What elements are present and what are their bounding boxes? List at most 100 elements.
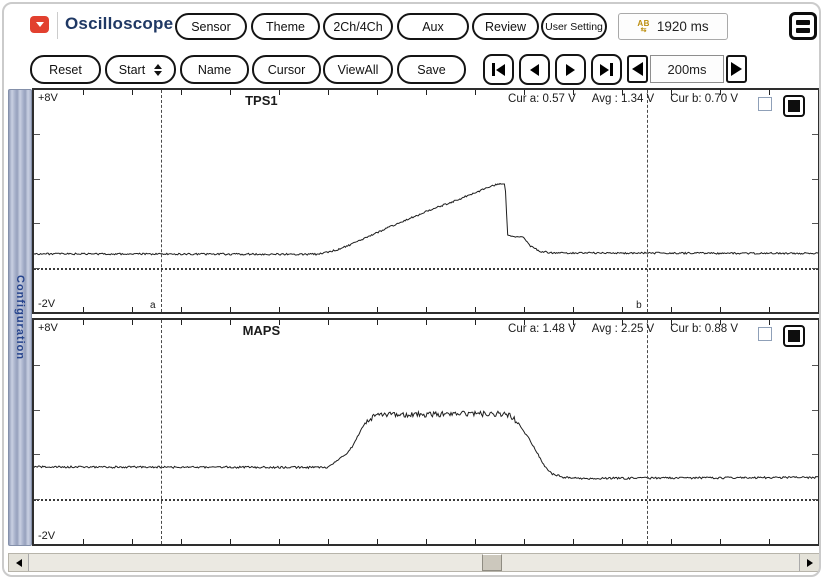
time-tick [279,307,280,312]
step-forward-button[interactable] [555,54,586,85]
time-tick [524,307,525,312]
time-tick [622,539,623,544]
scrollbar-thumb[interactable] [482,554,502,571]
configuration-panel-handle[interactable]: Configuration [8,89,32,546]
time-tick [230,320,231,325]
time-tick [377,307,378,312]
spinner-icon [154,64,162,76]
ab-time-value: 1920 ms [657,19,709,34]
channel-visibility-checkbox[interactable] [758,327,772,341]
display-mode-button[interactable] [789,12,817,40]
cursor-a-label: a [150,300,156,311]
timebase-increase-button[interactable] [726,55,747,83]
time-tick [83,307,84,312]
title-divider [57,12,58,39]
zero-volt-line [34,268,818,270]
time-tick [132,307,133,312]
ab-cursor-icon: AB ⇆ [637,20,650,34]
start-button[interactable]: Start [105,55,176,84]
time-tick [377,539,378,544]
user-setting-button[interactable]: User Setting [541,13,607,40]
sensor-button[interactable]: Sensor [175,13,247,40]
cursor-a-line[interactable] [161,320,162,544]
voltage-tick [812,410,818,411]
time-tick [426,307,427,312]
time-tick [328,90,329,95]
time-tick [475,539,476,544]
start-label: Start [119,63,145,77]
right-triangle-icon [731,62,742,76]
time-tick [475,320,476,325]
time-tick [671,307,672,312]
filled-square-icon [788,100,800,112]
cursor-b-line[interactable] [647,320,648,544]
time-tick [279,90,280,95]
channel-visibility-checkbox[interactable] [758,97,772,111]
time-tick [720,90,721,95]
horizontal-scrollbar[interactable] [8,553,820,572]
scroll-right-button[interactable] [799,554,819,571]
voltage-tick [812,223,818,224]
time-tick [279,539,280,544]
left-triangle-icon [632,62,643,76]
channel-style-button[interactable] [783,95,805,117]
scroll-left-button[interactable] [9,554,29,571]
voltage-tick [812,454,818,455]
step-back-button[interactable] [519,54,550,85]
time-tick [573,90,574,95]
time-tick [622,307,623,312]
cursor-b-reading: Cur b: 0.88 V [670,323,738,335]
timebase-field[interactable]: 200ms [650,55,724,83]
reset-button[interactable]: Reset [30,55,101,84]
channel-name: TPS1 [245,93,278,108]
cursor-button[interactable]: Cursor [252,55,321,84]
time-tick [573,539,574,544]
chevron-down-icon [36,22,44,27]
waveform-maps [34,320,818,544]
theme-button[interactable]: Theme [251,13,320,40]
ab-time-display: AB ⇆ 1920 ms [618,13,728,40]
time-tick [377,320,378,325]
left-triangle-icon [16,559,22,567]
skip-to-start-button[interactable] [483,54,514,85]
menu-bar-icon [796,20,810,25]
viewall-button[interactable]: ViewAll [323,55,393,84]
time-tick [671,320,672,325]
time-tick [524,90,525,95]
time-tick [230,307,231,312]
channel-readings: Cur a: 1.48 V Avg : 2.25 V Cur b: 0.88 V [508,323,738,335]
channel-mode-button[interactable]: 2Ch/4Ch [323,13,393,40]
time-tick [279,320,280,325]
time-tick [622,90,623,95]
timebase-decrease-button[interactable] [627,55,648,83]
voltage-tick [812,134,818,135]
cursor-a-line[interactable] [161,90,162,312]
oscilloscope-app: Oscilloscope Sensor Theme 2Ch/4Ch Aux Re… [0,0,823,579]
name-button[interactable]: Name [180,55,249,84]
time-tick [426,539,427,544]
channel-name: MAPS [243,323,281,338]
voltage-tick [812,365,818,366]
voltage-tick [34,365,40,366]
voltage-tick [34,499,40,500]
time-tick [524,320,525,325]
voltage-tick [34,454,40,455]
review-button[interactable]: Review [472,13,539,40]
channel-readings: Cur a: 0.57 V Avg : 1.34 V Cur b: 0.70 V [508,93,738,105]
time-tick [83,320,84,325]
time-tick [622,320,623,325]
channel-style-button[interactable] [783,325,805,347]
cursor-b-label: b [636,300,642,311]
time-tick [426,320,427,325]
bottom-voltage-label: -2V [38,298,55,310]
time-tick [132,539,133,544]
app-menu-icon[interactable] [30,16,49,33]
cursor-b-line[interactable] [647,90,648,312]
bar-icon [492,63,495,76]
time-tick [769,320,770,325]
aux-button[interactable]: Aux [397,13,469,40]
time-tick [769,90,770,95]
time-tick [328,307,329,312]
save-button[interactable]: Save [397,55,466,84]
skip-to-end-button[interactable] [591,54,622,85]
